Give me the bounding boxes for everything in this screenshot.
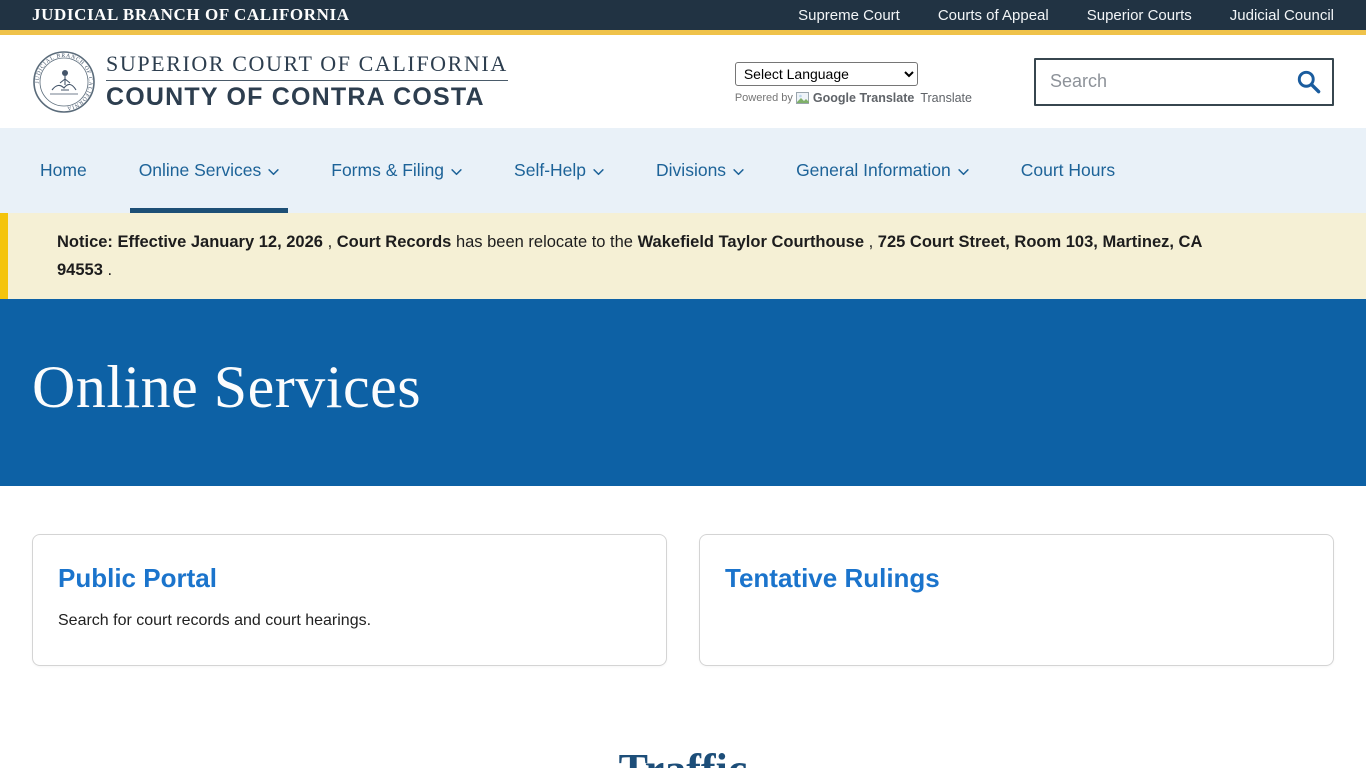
chevron-down-icon	[451, 169, 462, 176]
section-heading-traffic: Traffic	[32, 744, 1334, 768]
notice-segment: ,	[869, 233, 878, 251]
chevron-down-icon	[733, 169, 744, 176]
translate-label[interactable]: Translate	[920, 91, 972, 105]
top-bar-link[interactable]: Courts of Appeal	[938, 7, 1049, 24]
powered-by-row: Powered by Google Translate Translate	[735, 91, 972, 105]
nav-item-label: Divisions	[656, 160, 726, 181]
search-button[interactable]	[1286, 62, 1330, 102]
notice-text: Notice: Effective January 12, 2026 , Cou…	[57, 228, 1206, 284]
nav-item[interactable]: General Information	[796, 128, 969, 213]
page-title: Online Services	[32, 353, 1366, 422]
judicial-branch-brand: JUDICIAL BRANCH OF CALIFORNIA	[32, 5, 350, 25]
nav-item[interactable]: Home	[40, 128, 87, 213]
language-select[interactable]: Select Language	[735, 62, 918, 86]
nav-item[interactable]: Self-Help	[514, 128, 604, 213]
notice-segment: Wakefield Taylor Courthouse	[638, 233, 864, 251]
chevron-down-icon	[958, 169, 969, 176]
top-bar-link[interactable]: Supreme Court	[798, 7, 900, 24]
service-card-description: Search for court records and court heari…	[58, 612, 641, 630]
notice-segment: ,	[328, 233, 337, 251]
nav-item-label: General Information	[796, 160, 951, 181]
nav-item-label: Online Services	[139, 160, 262, 181]
hero-banner: Online Services	[0, 299, 1366, 486]
nav-item-label: Self-Help	[514, 160, 586, 181]
service-card[interactable]: Tentative Rulings	[699, 534, 1334, 666]
nav-item[interactable]: Court Hours	[1021, 128, 1115, 213]
nav-item-label: Home	[40, 160, 87, 181]
court-home-link[interactable]: JUDICIAL BRANCH OF CALIFORNIA SUPERIOR C…	[32, 50, 508, 114]
top-bar-link[interactable]: Judicial Council	[1230, 7, 1334, 24]
court-seal-icon: JUDICIAL BRANCH OF CALIFORNIA	[32, 50, 96, 114]
main-navigation: Home Online Services Forms & Filing Self…	[0, 128, 1366, 213]
court-title-block: SUPERIOR COURT OF CALIFORNIA COUNTY OF C…	[106, 51, 508, 112]
notice-banner: Notice: Effective January 12, 2026 , Cou…	[0, 213, 1366, 299]
chevron-down-icon	[593, 169, 604, 176]
notice-segment: .	[107, 261, 112, 279]
nav-item[interactable]: Forms & Filing	[331, 128, 462, 213]
nav-item-label: Court Hours	[1021, 160, 1115, 181]
court-title-line1: SUPERIOR COURT OF CALIFORNIA	[106, 51, 508, 81]
powered-by-label: Powered by	[735, 92, 793, 104]
search-icon	[1295, 68, 1322, 95]
content-area: Public Portal Search for court records a…	[0, 486, 1366, 768]
notice-segment: has been relocate to the	[456, 233, 638, 251]
service-card-title-link[interactable]: Tentative Rulings	[725, 563, 940, 594]
top-utility-bar: JUDICIAL BRANCH OF CALIFORNIA Supreme Co…	[0, 0, 1366, 35]
site-search	[1034, 58, 1334, 106]
google-translate-alt-text: Google Translate	[813, 91, 914, 105]
nav-item[interactable]: Divisions	[656, 128, 744, 213]
service-card-title-link[interactable]: Public Portal	[58, 563, 217, 594]
nav-item[interactable]: Online Services	[139, 128, 280, 213]
broken-image-icon	[796, 91, 810, 105]
notice-segment: Court Records	[337, 233, 452, 251]
chevron-down-icon	[268, 169, 279, 176]
top-bar-link[interactable]: Superior Courts	[1087, 7, 1192, 24]
service-cards: Public Portal Search for court records a…	[32, 534, 1334, 666]
nav-item-label: Forms & Filing	[331, 160, 444, 181]
notice-segment: Notice: Effective January 12, 2026	[57, 233, 323, 251]
service-card[interactable]: Public Portal Search for court records a…	[32, 534, 667, 666]
google-translate-widget: Select Language Powered by Google Transl…	[735, 58, 972, 105]
top-utility-links: Supreme Court Courts of Appeal Superior …	[798, 7, 1334, 24]
site-header: JUDICIAL BRANCH OF CALIFORNIA SUPERIOR C…	[0, 35, 1366, 128]
court-title-line2: COUNTY OF CONTRA COSTA	[106, 83, 508, 112]
